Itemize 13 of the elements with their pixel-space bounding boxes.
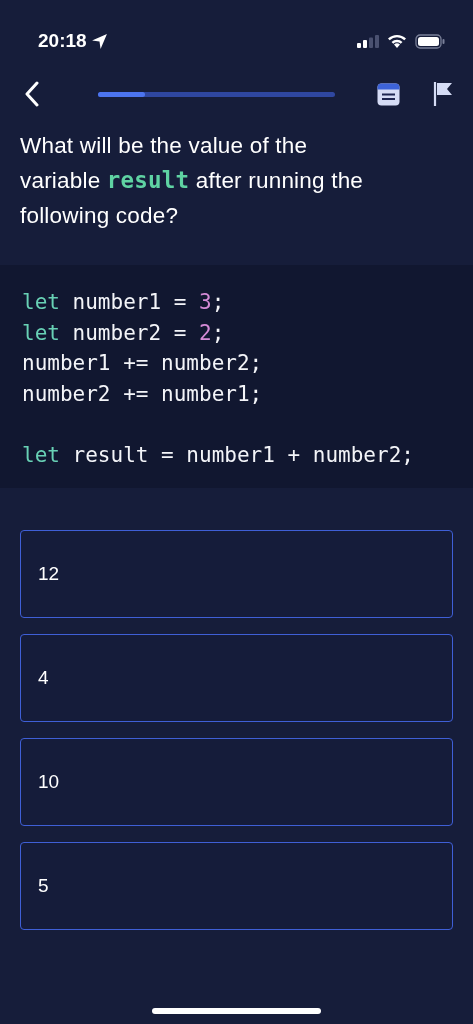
signal-icon	[357, 34, 379, 48]
answer-option[interactable]: 10	[20, 738, 453, 826]
code-block: let number1 = 3; let number2 = 2; number1 += number2; number2 += number1; let result = number1 + number2;	[0, 265, 473, 488]
answer-option[interactable]: 12	[20, 530, 453, 618]
location-arrow-icon	[90, 32, 108, 50]
question-text: What will be the value of the variable result after running the following code?	[19, 132, 365, 230]
notes-icon[interactable]	[377, 82, 400, 106]
status-time: 20:18	[38, 28, 87, 53]
wifi-icon	[387, 34, 407, 48]
battery-icon	[415, 33, 445, 49]
answer-option[interactable]: 5	[20, 842, 453, 930]
answer-option[interactable]: 4	[20, 634, 453, 722]
flag-icon[interactable]	[433, 81, 453, 107]
